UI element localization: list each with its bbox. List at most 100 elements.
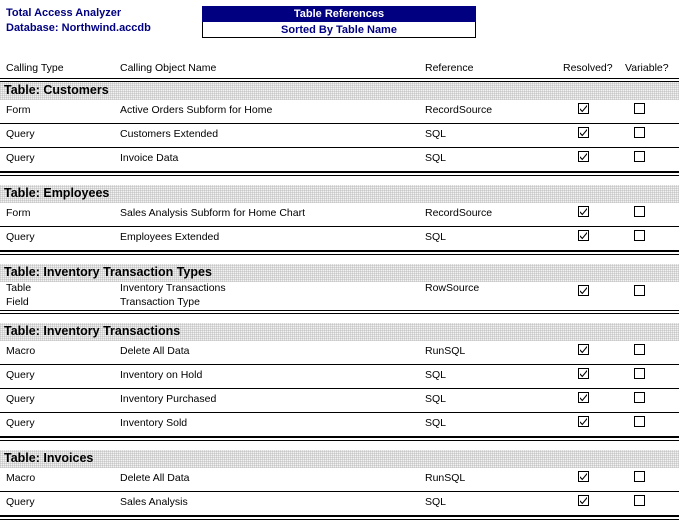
- table-row: Macro Delete All Data RunSQL: [0, 341, 679, 365]
- resolved-checkbox[interactable]: [578, 471, 589, 482]
- cell-type: Query: [6, 369, 35, 381]
- group-header-band: Table: Employees: [0, 185, 679, 203]
- column-header-reference: Reference: [425, 62, 474, 74]
- cell-reference: SQL: [425, 128, 447, 140]
- cell-type: Macro: [6, 472, 36, 484]
- cell-name: Active Orders Subform for Home: [120, 104, 273, 116]
- group-title: Table: Inventory Transactions: [4, 324, 181, 338]
- cell-name: Employees Extended: [120, 231, 220, 243]
- cell-name: Inventory Transactions: [120, 282, 226, 294]
- table-row: Query Sales Analysis SQL: [0, 492, 679, 516]
- cell-name: Delete All Data: [120, 472, 190, 484]
- resolved-checkbox[interactable]: [578, 344, 589, 355]
- cell-type: Query: [6, 393, 35, 405]
- column-header-row: Calling Type Calling Object Name Referen…: [0, 62, 679, 78]
- group-header-band: Table: Inventory Transaction Types: [0, 264, 679, 282]
- column-header-calling-object-name: Calling Object Name: [120, 62, 217, 74]
- group-footer-rule: [0, 516, 679, 520]
- resolved-checkbox[interactable]: [578, 151, 589, 162]
- column-header-resolved: Resolved?: [563, 62, 613, 74]
- brand-block: Total Access Analyzer Database: Northwin…: [6, 6, 151, 36]
- cell-type: Query: [6, 128, 35, 140]
- product-name: Total Access Analyzer: [6, 7, 122, 19]
- cell-reference: SQL: [425, 496, 447, 508]
- table-row: Query Inventory Sold SQL: [0, 413, 679, 437]
- cell-reference: RecordSource: [425, 207, 493, 219]
- cell-reference: SQL: [425, 417, 447, 429]
- report-subtitle: Sorted By Table Name: [202, 22, 476, 38]
- report-body: Table: Customers Form Active Orders Subfor…: [0, 82, 679, 520]
- cell-reference: SQL: [425, 231, 447, 243]
- report-header: Total Access Analyzer Database: Northwin…: [0, 0, 679, 52]
- cell-reference: RunSQL: [425, 472, 466, 484]
- cell-type: Query: [6, 417, 35, 429]
- variable-checkbox[interactable]: [634, 392, 645, 403]
- report-title: Table References: [202, 6, 476, 22]
- cell-name: Inventory Purchased: [120, 393, 217, 405]
- resolved-checkbox[interactable]: [578, 368, 589, 379]
- group-header-band: Table: Customers: [0, 82, 679, 100]
- variable-checkbox[interactable]: [634, 103, 645, 114]
- cell-type: Query: [6, 496, 35, 508]
- resolved-checkbox[interactable]: [578, 392, 589, 403]
- group-header-band: Table: Invoices: [0, 450, 679, 468]
- table-row: Macro Delete All Data RunSQL: [0, 468, 679, 492]
- table-row: Field Transaction Type: [0, 296, 679, 310]
- resolved-checkbox[interactable]: [578, 206, 589, 217]
- variable-checkbox[interactable]: [634, 206, 645, 217]
- table-row: Query Inventory Purchased SQL: [0, 389, 679, 413]
- cell-type: Query: [6, 152, 35, 164]
- cell-type: Field: [6, 296, 29, 308]
- cell-name: Delete All Data: [120, 345, 190, 357]
- table-group: Table: Inventory Transactions Macro Delete…: [0, 323, 679, 441]
- cell-reference: RowSource: [425, 282, 480, 294]
- variable-checkbox[interactable]: [634, 285, 645, 296]
- group-title: Table: Invoices: [4, 451, 94, 465]
- cell-type: Macro: [6, 345, 36, 357]
- table-row: Query Invoice Data SQL: [0, 148, 679, 172]
- table-row: Query Customers Extended SQL: [0, 124, 679, 148]
- cell-reference: SQL: [425, 393, 447, 405]
- cell-reference: SQL: [425, 152, 447, 164]
- variable-checkbox[interactable]: [634, 344, 645, 355]
- cell-reference: RecordSource: [425, 104, 493, 116]
- cell-name: Transaction Type: [120, 296, 200, 308]
- variable-checkbox[interactable]: [634, 151, 645, 162]
- cell-name: Customers Extended: [120, 128, 219, 140]
- variable-checkbox[interactable]: [634, 368, 645, 379]
- cell-name: Inventory on Hold: [120, 369, 203, 381]
- group-header-band: Table: Inventory Transactions: [0, 323, 679, 341]
- table-group: Table: Inventory Transaction Types Table I…: [0, 264, 679, 314]
- column-header-calling-type: Calling Type: [6, 62, 64, 74]
- variable-checkbox[interactable]: [634, 127, 645, 138]
- variable-checkbox[interactable]: [634, 416, 645, 427]
- cell-reference: SQL: [425, 369, 447, 381]
- report-title-block: Table References Sorted By Table Name: [202, 6, 476, 38]
- table-row: Query Inventory on Hold SQL: [0, 365, 679, 389]
- variable-checkbox[interactable]: [634, 495, 645, 506]
- variable-checkbox[interactable]: [634, 230, 645, 241]
- cell-type: Query: [6, 231, 35, 243]
- resolved-checkbox[interactable]: [578, 495, 589, 506]
- resolved-checkbox[interactable]: [578, 103, 589, 114]
- resolved-checkbox[interactable]: [578, 230, 589, 241]
- resolved-checkbox[interactable]: [578, 285, 589, 296]
- group-title: Table: Employees: [4, 186, 110, 200]
- cell-reference: RunSQL: [425, 345, 466, 357]
- table-row: Table Inventory Transactions RowSource: [0, 282, 679, 296]
- resolved-checkbox[interactable]: [578, 127, 589, 138]
- table-group: Table: Employees Form Sales Analysis Subfo…: [0, 185, 679, 255]
- cell-type: Table: [6, 282, 32, 294]
- database-name: Database: Northwind.accdb: [6, 22, 151, 34]
- table-row: Query Employees Extended SQL: [0, 227, 679, 251]
- column-header-variable: Variable?: [625, 62, 669, 74]
- cell-name: Inventory Sold: [120, 417, 188, 429]
- table-group: Table: Invoices Macro Delete All Data RunSQ…: [0, 450, 679, 520]
- table-group: Table: Customers Form Active Orders Subfor…: [0, 82, 679, 176]
- resolved-checkbox[interactable]: [578, 416, 589, 427]
- variable-checkbox[interactable]: [634, 471, 645, 482]
- cell-name: Sales Analysis Subform for Home Chart: [120, 207, 305, 219]
